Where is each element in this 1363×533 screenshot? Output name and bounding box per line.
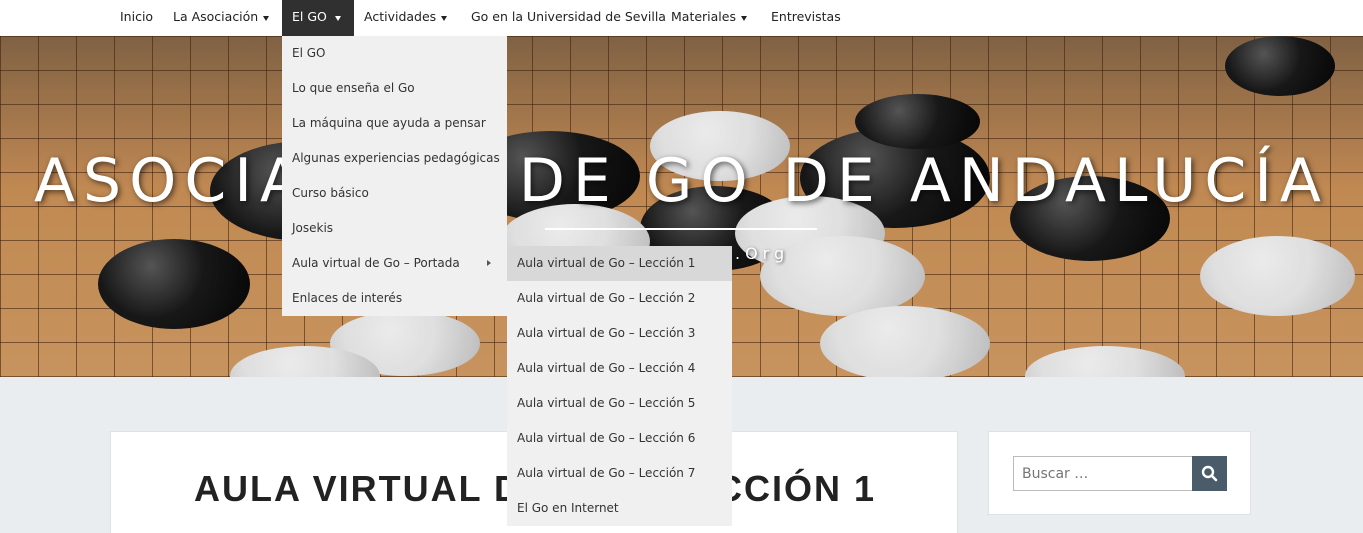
nav-item-label: La Asociación [173, 9, 259, 24]
nav-item-label: El GO [292, 9, 327, 24]
sidebar-search-widget [988, 431, 1251, 515]
submenu-item-leccion-6[interactable]: Aula virtual de Go – Lección 6 [507, 421, 732, 456]
search-button[interactable] [1192, 456, 1227, 491]
menu-item-josekis[interactable]: Josekis [282, 211, 507, 246]
submenu-item-leccion-3[interactable]: Aula virtual de Go – Lección 3 [507, 316, 732, 351]
nav-item-actividades[interactable]: Actividades [354, 0, 460, 36]
caret-down-icon [741, 16, 747, 21]
site-title[interactable]: ASOCIACIÓN DE GO DE ANDALUCÍA [0, 146, 1363, 216]
nav-item-inicio[interactable]: Inicio [110, 0, 163, 36]
caret-down-icon [441, 16, 447, 21]
search-input[interactable] [1013, 456, 1193, 491]
menu-item-label: Aula virtual de Go – Portada [292, 256, 460, 270]
el-go-dropdown-menu: El GO Lo que enseña el Go La máquina que… [282, 36, 507, 316]
nav-item-go-universidad-sevilla[interactable]: Go en la Universidad de Sevilla [461, 0, 676, 36]
nav-item-la-asociacion[interactable]: La Asociación [163, 0, 282, 36]
submenu-item-leccion-5[interactable]: Aula virtual de Go – Lección 5 [507, 386, 732, 421]
search-icon [1201, 465, 1218, 482]
submenu-item-leccion-7[interactable]: Aula virtual de Go – Lección 7 [507, 456, 732, 491]
caret-down-icon [335, 16, 341, 21]
caret-right-icon [487, 260, 491, 266]
menu-item-lo-que-ensena[interactable]: Lo que enseña el Go [282, 71, 507, 106]
submenu-item-leccion-2[interactable]: Aula virtual de Go – Lección 2 [507, 281, 732, 316]
nav-item-label: Entrevistas [771, 9, 841, 24]
menu-item-maquina-pensar[interactable]: La máquina que ayuda a pensar [282, 106, 507, 141]
title-divider [545, 228, 817, 230]
menu-item-experiencias-pedagogicas[interactable]: Algunas experiencias pedagógicas [282, 141, 507, 176]
nav-item-label: Actividades [364, 9, 437, 24]
nav-item-entrevistas[interactable]: Entrevistas [761, 0, 851, 36]
menu-item-aula-virtual-portada[interactable]: Aula virtual de Go – Portada [282, 246, 507, 281]
nav-item-el-go[interactable]: El GO [282, 0, 354, 36]
menu-item-el-go[interactable]: El GO [282, 36, 507, 71]
main-navigation: Inicio La Asociación El GO Actividades G… [0, 0, 1363, 36]
nav-item-label: Inicio [120, 9, 154, 24]
nav-item-label: Materiales [671, 9, 736, 24]
submenu-item-go-internet[interactable]: El Go en Internet [507, 491, 732, 526]
caret-down-icon [263, 16, 269, 21]
menu-item-enlaces-interes[interactable]: Enlaces de interés [282, 281, 507, 316]
aula-virtual-submenu: Aula virtual de Go – Lección 1 Aula virt… [507, 246, 732, 526]
submenu-item-leccion-4[interactable]: Aula virtual de Go – Lección 4 [507, 351, 732, 386]
site-tagline: .Org [735, 244, 790, 263]
nav-item-label: Go en la Universidad de Sevilla [471, 9, 666, 24]
nav-item-materiales[interactable]: Materiales [661, 0, 760, 36]
submenu-item-leccion-1[interactable]: Aula virtual de Go – Lección 1 [507, 246, 732, 281]
menu-item-curso-basico[interactable]: Curso básico [282, 176, 507, 211]
